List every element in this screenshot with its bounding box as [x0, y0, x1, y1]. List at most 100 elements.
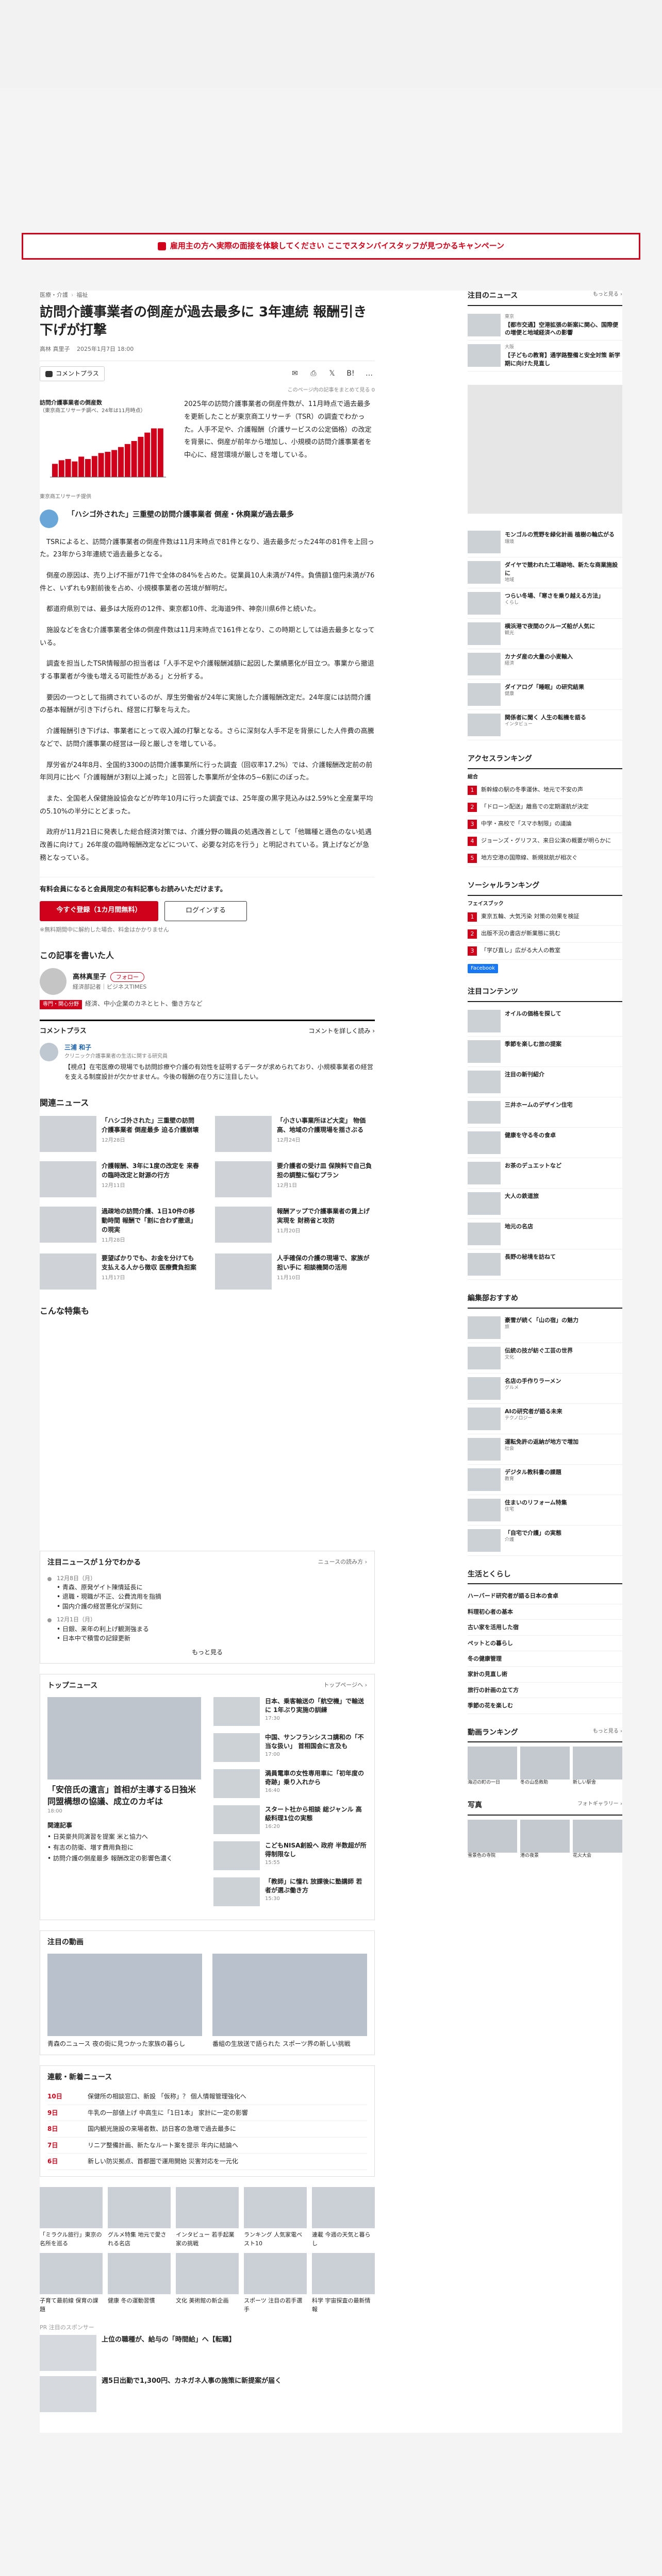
related-item[interactable]: 「小さい事業所ほど大変」 物価高、地域の介護現場を揺さぶる 12月24日 — [215, 1116, 375, 1153]
feature-card[interactable]: 「ミラクル旅行」東京の名所を巡る — [40, 2187, 103, 2248]
photo-card[interactable]: 港の夜景 — [520, 1819, 570, 1860]
content-item[interactable]: 健康を守る冬の食卓 — [468, 1128, 622, 1159]
timeline-more-link[interactable]: ニュースの読み方 › — [318, 1557, 367, 1569]
ranking-item[interactable]: 4 ジョーンズ・グリフス、来日公演の概要が明らかに — [468, 833, 622, 851]
lead-related-item[interactable]: • 有志の防衛、増す費用負担に — [47, 1843, 201, 1853]
print-icon[interactable]: ⎙ — [308, 368, 319, 380]
ranking-item[interactable]: 5 地方空港の国際線、新規就航が相次ぐ — [468, 850, 622, 868]
photo-more[interactable]: フォトギャラリー › — [577, 1800, 622, 1811]
breadcrumb-item[interactable]: 医療・介護 — [40, 292, 68, 298]
related-item[interactable]: 要介護者の受け皿 保険料で自己負担の調整に悩むプラン 12月1日 — [215, 1161, 375, 1198]
editor-item[interactable]: 伝統の技が紡ぐ工芸の世界 文化 — [468, 1343, 622, 1374]
sidebar-pickup-item[interactable]: 大阪 【子どもの教育】通学路整備と安全対策 新学期に向けた見直し — [468, 341, 622, 372]
social-item[interactable]: 2 出版不況の書店が新業態に挑む — [468, 926, 622, 943]
sidebar-news-item[interactable]: カナダ産の大量の小麦輸入 経済 — [468, 649, 622, 680]
editor-item[interactable]: 豪雪が続く「山の宿」の魅力旅 — [468, 1313, 622, 1343]
commenter-name[interactable]: 三浦 和子 — [64, 1043, 375, 1053]
more-share-icon[interactable]: … — [363, 368, 375, 380]
campaign-banner[interactable]: 雇用主の方へ実際の面接を体験してください ここでスタンバイスタッフが見つかるキャ… — [22, 233, 640, 260]
editor-item[interactable]: 住まいのリフォーム特集 住宅 — [468, 1495, 622, 1526]
sidebar-pickup-item[interactable]: 東京 【都市交通】空港拡張の新案に関心、国際便の増便と地域経済への影響 — [468, 310, 622, 341]
lifestyle-item[interactable]: ハーバード研究者が語る日本の食卓 — [468, 1588, 622, 1604]
sidebar-news-item[interactable]: ダイアログ「睡眠」の研究結果 健康 — [468, 680, 622, 710]
photo-card[interactable]: 雪景色の寺院 — [468, 1819, 517, 1860]
top-news-item[interactable]: 満員電車の女性専用車に「初年度の奇跡」乗り入れから 16:40 — [213, 1769, 367, 1798]
editor-item[interactable]: 運転免許の返納が地方で増加 社会 — [468, 1434, 622, 1465]
category-row[interactable]: 7日 リニア整備計画、新たなルート案を提示 年内に結論へ — [47, 2138, 367, 2154]
social-item[interactable]: 1 東京五輪、大気汚染 対策の効果を検証 — [468, 909, 622, 926]
facebook-button[interactable]: Facebook — [468, 964, 498, 973]
top-news-item[interactable]: 日本、乗客輸送の「航空機」で輸送に 1年ぶり実施の訓練 17:30 — [213, 1697, 367, 1726]
editor-item[interactable]: 「自宅で介護」の実態 介護 — [468, 1526, 622, 1556]
top-news-item[interactable]: こどもNISA創設へ 政府 半数超が所得制限なし 15:55 — [213, 1841, 367, 1870]
lifestyle-item[interactable]: 古い家を活用した宿 — [468, 1620, 622, 1636]
sidebar-news-item[interactable]: 関係者に聞く 人生の転機を語る インタビュー — [468, 710, 622, 740]
lifestyle-item[interactable]: ペットとの暮らし — [468, 1636, 622, 1651]
login-button[interactable]: ログインする — [164, 901, 247, 921]
pr-item[interactable]: 上位の職種が、給与の「時間給」へ【転職】 — [40, 2335, 375, 2371]
editor-item[interactable]: デジタル教科書の課題 教育 — [468, 1465, 622, 1495]
lifestyle-item[interactable]: 冬の健康管理 — [468, 1651, 622, 1667]
sidebar-news-item[interactable]: モンゴルの荒野を緑化計画 植樹の輪広がる 環境 — [468, 527, 622, 558]
related-item[interactable]: 介護報酬、3年に1度の改定を 来春の臨時改定と財源の行方 12月11日 — [40, 1161, 200, 1198]
sidebar-news-item[interactable]: 横浜港で夜間のクルーズ船が人気に 観光 — [468, 619, 622, 649]
lifestyle-item[interactable]: 家計の見直し術 — [468, 1667, 622, 1683]
content-item[interactable]: 三井ホームのデザイン住宅 — [468, 1097, 622, 1128]
feature-card[interactable]: インタビュー 若手起業家の挑戦 — [176, 2187, 239, 2248]
video-card[interactable]: 冬の山岳救助 — [520, 1747, 570, 1787]
related-item[interactable]: 人手確保の介護の現場で、家族が担い手に 相談機関の活用 11月10日 — [215, 1253, 375, 1290]
category-row[interactable]: 9日 牛乳の一部値上げ 中高生に「1日1本」 家計に一定の影響 — [47, 2105, 367, 2122]
related-item[interactable]: 報酬アップで介護事業者の賃上げ実現を 財務省と攻防 11月20日 — [215, 1207, 375, 1244]
content-item[interactable]: 大人の鉄道旅 — [468, 1189, 622, 1219]
comment-plus-button[interactable]: コメントプラス — [40, 366, 105, 381]
sidebar-pickup-more[interactable]: もっと見る › — [593, 291, 622, 302]
timeline-entry[interactable]: 12月1日（月） • 日銀、来年の利上げ観測強まる • 日本中で積雪の記録更新 — [47, 1615, 367, 1643]
pr-item[interactable]: 週5日出勤で1,300円、カネガネ人事の施策に新提案が届く — [40, 2376, 375, 2413]
ranking-item[interactable]: 2 「ドローン配送」離島での定期運航が決定 — [468, 799, 622, 817]
feature-card[interactable]: スポーツ 注目の若手選手 — [244, 2253, 307, 2314]
lead-related-item[interactable]: • 日英豪共同演習を提案 米と協力へ — [47, 1832, 201, 1842]
related-link-block[interactable]: 「ハシゴ外された」三重壁の訪問介護事業者 倒産・休廃業が過去最多 — [40, 509, 375, 528]
content-item[interactable]: 地元の名店 — [468, 1219, 622, 1250]
video-ranking-more[interactable]: もっと見る › — [593, 1727, 622, 1739]
social-item[interactable]: 3 「学び直し」広がる大人の教室 — [468, 943, 622, 960]
author-card-name[interactable]: 高林真里子 — [73, 973, 106, 981]
top-news-more[interactable]: トップページへ › — [323, 1681, 367, 1692]
subscribe-button[interactable]: 今すぐ登録（1カ月間無料） — [40, 901, 158, 921]
lifestyle-item[interactable]: 季節の花を楽しむ — [468, 1698, 622, 1714]
lifestyle-item[interactable]: 旅行の計画の立て方 — [468, 1683, 622, 1699]
mail-icon[interactable]: ✉ — [289, 368, 301, 380]
timeline-more-button[interactable]: もっと見る — [47, 1648, 367, 1657]
lifestyle-item[interactable]: 料理初心者の基本 — [468, 1604, 622, 1620]
related-item[interactable]: 要望ばかりでも、お金を分けても 支払える人から徴収 医療費負担案 11月17日 — [40, 1253, 200, 1290]
feature-card[interactable]: 連載 今週の天気と暮らし — [312, 2187, 375, 2248]
content-item[interactable]: オイルの価格を探して — [468, 1006, 622, 1037]
feature-card[interactable]: 子育て最前線 保育の課題 — [40, 2253, 103, 2314]
feature-card[interactable]: 健康 冬の運動習慣 — [108, 2253, 171, 2314]
sidebar-news-item[interactable]: ダイヤで競われた工場跡地、新たな商業施設に 地域 — [468, 557, 622, 588]
feature-card[interactable]: 文化 美術館の新企画 — [176, 2253, 239, 2314]
editor-item[interactable]: 名店の手作りラーメン グルメ — [468, 1374, 622, 1404]
author-name[interactable]: 高林 真里子 — [40, 346, 70, 352]
follow-button[interactable]: フォロー — [110, 972, 145, 982]
feature-card[interactable]: グルメ特集 地元で愛される名店 — [108, 2187, 171, 2248]
photo-card[interactable]: 花火大会 — [573, 1819, 622, 1860]
top-news-item[interactable]: 「教師」に憧れ 放課後に塾講師 若者が選ぶ働き方 15:30 — [213, 1877, 367, 1906]
timeline-entry[interactable]: 12月8日（月） • 青森、原発ゲイト陳情延長に • 退職・現職が不正、公費流用を… — [47, 1574, 367, 1612]
avatar[interactable] — [40, 968, 67, 995]
category-row[interactable]: 10日 保健所の相談窓口、新設 「仮称」？ 個人情報管理強化へ — [47, 2089, 367, 2105]
category-row[interactable]: 8日 国内観光施設の来場者数、訪日客の急増で過去最多に — [47, 2121, 367, 2138]
video-pick[interactable]: 青森のニュース 夜の街に見つかった家族の暮らし — [47, 1953, 202, 2049]
content-item[interactable]: お茶のデュエットなど — [468, 1158, 622, 1189]
content-item[interactable]: 季節を楽しむ旅の提案 — [468, 1037, 622, 1067]
content-item[interactable]: 長野の秘境を訪ねて — [468, 1249, 622, 1280]
feature-card[interactable]: ランキング 人気家電ベスト10 — [244, 2187, 307, 2248]
avatar[interactable] — [40, 1043, 58, 1062]
editor-item[interactable]: AIの研究者が語る未来 テクノロジー — [468, 1404, 622, 1434]
sidebar-news-item[interactable]: つらい冬場、「寒さを乗り越える方法」 くらし — [468, 588, 622, 619]
top-news-lead[interactable]: 「安倍氏の遺言」首相が主導する日独米同盟構想の協議、成立のカギは 18:00 関… — [47, 1697, 201, 1913]
video-card[interactable]: 海辺の町の一日 — [468, 1747, 517, 1787]
top-news-item[interactable]: スタート社から相談 総ジャンル 高級料理1位の実態 16:20 — [213, 1805, 367, 1834]
related-item[interactable]: 過疎地の訪問介護、1日10件の移動時間 報酬で「割に合わず撤退」の現実 11月28… — [40, 1207, 200, 1244]
top-news-item[interactable]: 中国、サンフランシスコ講和の「不当な扱い」 首相国会に言及も 17:00 — [213, 1733, 367, 1762]
